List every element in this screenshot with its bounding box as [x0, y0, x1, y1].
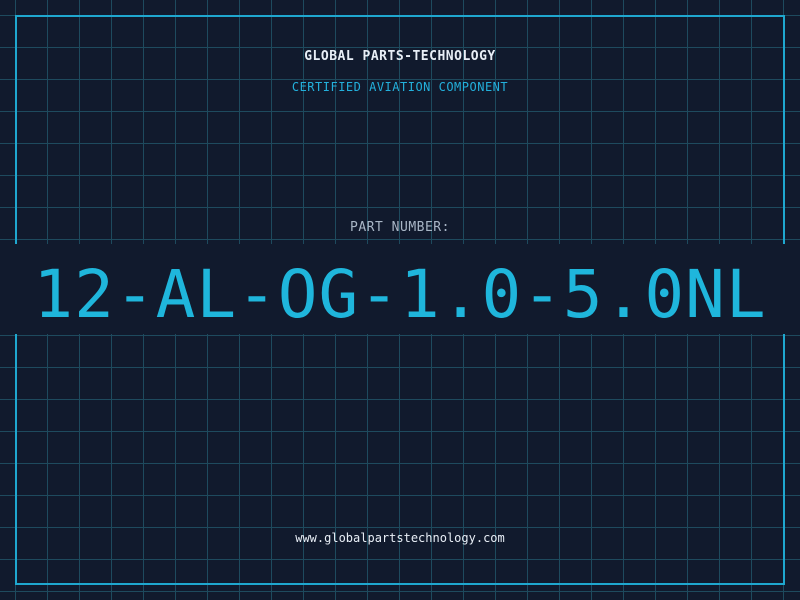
- company-name: GLOBAL PARTS-TECHNOLOGY: [304, 49, 496, 64]
- part-card: GLOBAL PARTS-TECHNOLOGY CERTIFIED AVIATI…: [0, 0, 800, 600]
- website-url[interactable]: www.globalpartstechnology.com: [0, 531, 800, 545]
- tagline: CERTIFIED AVIATION COMPONENT: [291, 80, 509, 94]
- part-number-label: PART NUMBER:: [350, 220, 450, 235]
- part-number-value: 12-AL-OG-1.0-5.0NL: [33, 256, 767, 333]
